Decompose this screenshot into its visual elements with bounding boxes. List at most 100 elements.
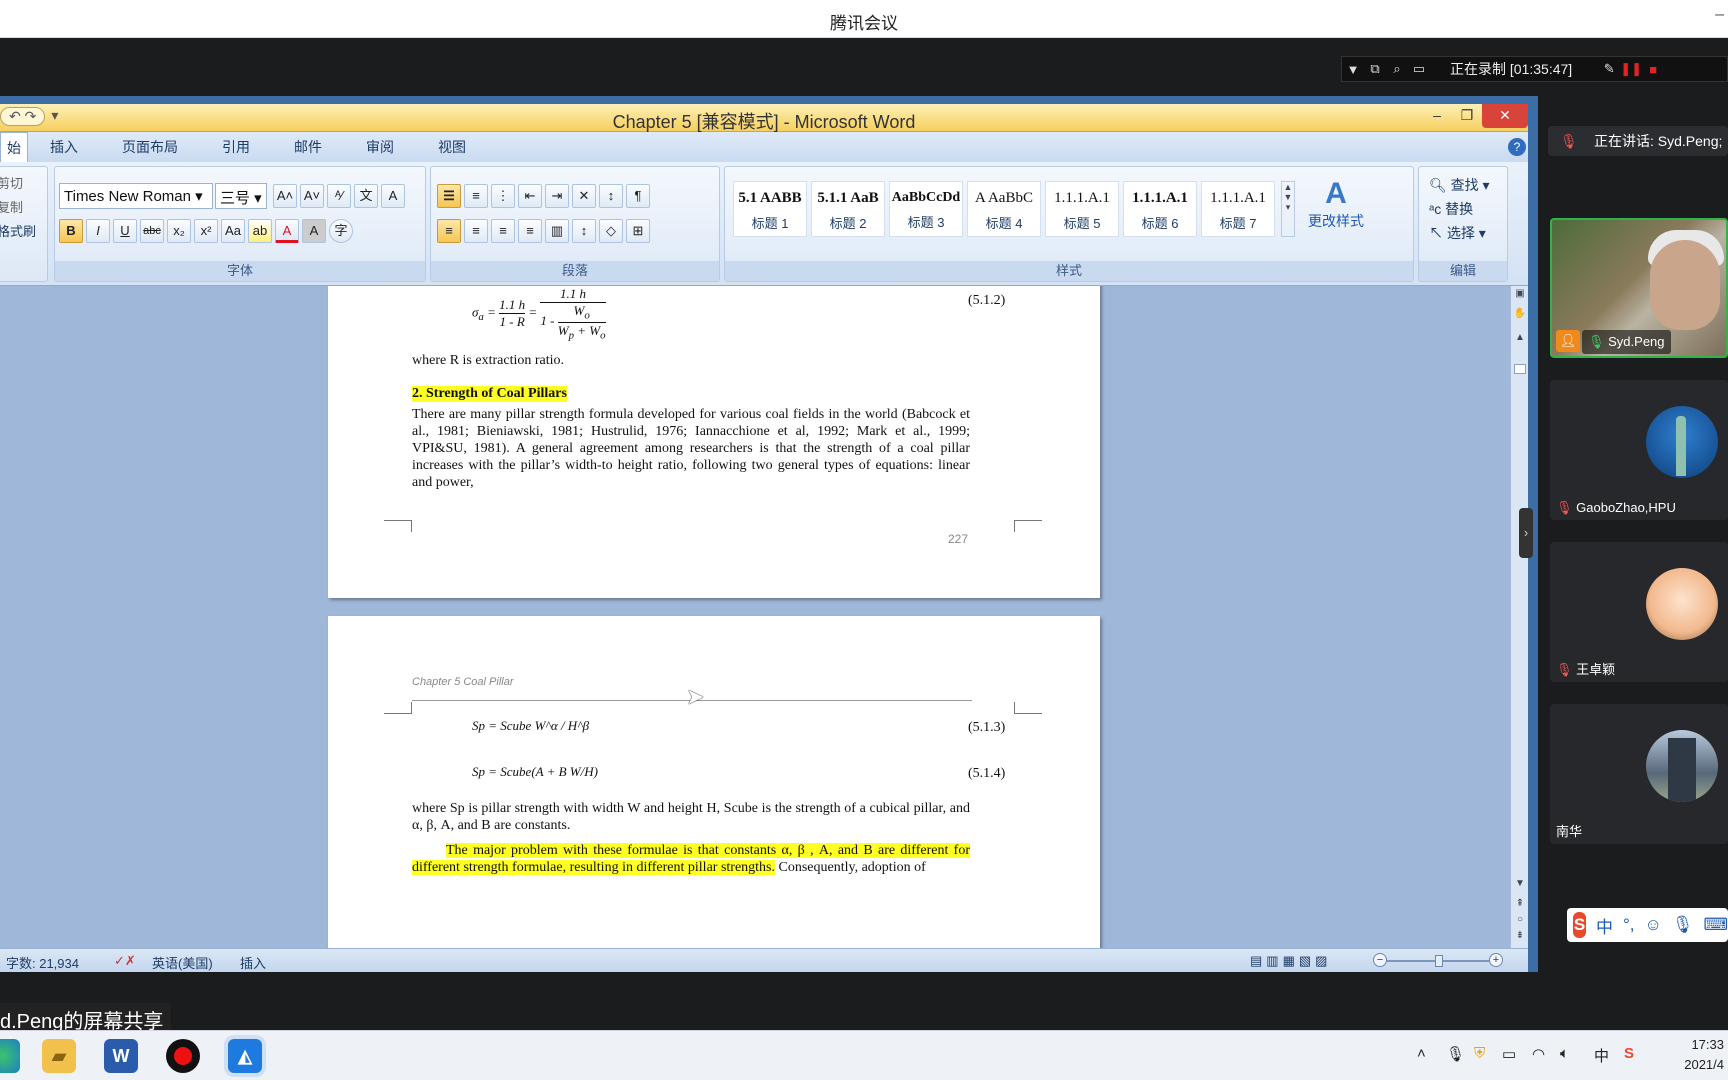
insert-mode-status[interactable]: 插入 — [240, 953, 266, 972]
phonetic-guide-icon[interactable]: 文 — [354, 184, 378, 208]
document-page-228[interactable]: Chapter 5 Coal Pillar Sp = Scube W^α / H… — [328, 616, 1100, 948]
vertical-scrollbar[interactable]: ▣ ✋ ▲ ▼ ⇞ ○ ⇟ — [1510, 286, 1528, 948]
change-styles-button[interactable]: A 更改样式 — [1301, 177, 1371, 231]
dropdown-icon[interactable]: ▼ — [1342, 62, 1364, 77]
styles-scroll-icon[interactable]: ▲ ▼ ▾ — [1281, 181, 1295, 237]
wifi-icon[interactable]: ◠ — [1532, 1045, 1545, 1063]
zoom-knob[interactable] — [1435, 955, 1443, 967]
word-minimize-icon[interactable]: – — [1422, 104, 1452, 128]
help-icon[interactable]: ? — [1508, 138, 1526, 156]
numbering-icon[interactable]: ≡ — [464, 184, 488, 208]
tray-expand-icon[interactable]: ˄ — [1417, 1045, 1426, 1062]
ime-mode[interactable]: 中 — [1596, 913, 1613, 938]
browse-object-icon[interactable]: ○ — [1511, 914, 1529, 925]
char-shading-icon[interactable]: A — [302, 219, 326, 243]
voice-icon[interactable]: 🎙︎ — [1672, 915, 1694, 935]
punctuation-icon[interactable]: °, — [1623, 915, 1635, 935]
tencent-meeting-icon[interactable]: ◭ — [228, 1039, 262, 1073]
scroll-thumb[interactable] — [1514, 364, 1526, 374]
bullets-icon[interactable]: ☰ — [437, 184, 461, 208]
tab-insert[interactable]: 插入 — [28, 132, 100, 162]
edge-icon[interactable] — [0, 1039, 20, 1073]
style-heading-5[interactable]: 1.1.1.A.1 标题 5 — [1045, 181, 1119, 237]
multilevel-list-icon[interactable]: ⋮ — [491, 184, 515, 208]
tab-home[interactable]: 始 — [0, 132, 28, 162]
language-status[interactable]: 英语(美国) — [152, 953, 213, 972]
document-page-227[interactable]: σa = 1.1 h1 - R = 1.1 h1 - Wo Wp + Wo (5.… — [328, 286, 1100, 598]
volume-icon[interactable]: 🔈︎ — [1560, 1045, 1569, 1062]
replace-button[interactable]: ᵃc 替换 — [1429, 199, 1473, 219]
font-name-select[interactable]: Times New Roman ▾ — [59, 183, 213, 209]
scroll-down-icon[interactable]: ▼ — [1511, 878, 1529, 889]
tab-page-layout[interactable]: 页面布局 — [100, 132, 200, 162]
shrink-font-icon[interactable]: A˅ — [300, 184, 324, 208]
justify-icon[interactable]: ≡ — [518, 219, 542, 243]
line-spacing-icon[interactable]: ↕ — [572, 219, 596, 243]
word-icon[interactable]: W — [104, 1039, 138, 1073]
participant-tile[interactable]: 🎙︎ 王卓颖 — [1550, 542, 1728, 682]
proofing-icon[interactable]: ✓✗ — [114, 953, 136, 969]
style-heading-1[interactable]: 5.1 AABB 标题 1 — [733, 181, 807, 237]
collapse-panel-icon[interactable]: › — [1519, 508, 1533, 558]
tab-references[interactable]: 引用 — [200, 132, 272, 162]
sogou-icon[interactable]: S — [1573, 912, 1586, 938]
word-restore-icon[interactable]: ❐ — [1452, 104, 1482, 128]
style-heading-6[interactable]: 1.1.1.A.1 标题 6 — [1123, 181, 1197, 237]
format-painter-button[interactable]: 格式刷 — [0, 221, 36, 240]
system-clock[interactable]: 17:33 2021/4 — [1684, 1035, 1724, 1075]
security-icon[interactable]: ⛨ — [1474, 1045, 1485, 1062]
increase-indent-icon[interactable]: ⇥ — [545, 184, 569, 208]
align-center-icon[interactable]: ≡ — [464, 219, 488, 243]
show-marks-icon[interactable]: ¶ — [626, 184, 650, 208]
keyboard-icon[interactable]: ⌨ — [1703, 915, 1728, 935]
pause-record-icon[interactable]: ❚❚ — [1620, 61, 1642, 77]
font-color-icon[interactable]: A — [275, 219, 299, 243]
superscript-icon[interactable]: x² — [194, 219, 218, 243]
sort-icon[interactable]: ↕ — [599, 184, 623, 208]
ime-indicator[interactable]: 中 — [1594, 1045, 1609, 1066]
align-right-icon[interactable]: ≡ — [491, 219, 515, 243]
decrease-indent-icon[interactable]: ⇤ — [518, 184, 542, 208]
participant-tile[interactable]: 👤︎ 🎙︎ Syd.Peng — [1550, 218, 1728, 358]
word-count[interactable]: 字数: 21,934 — [6, 953, 79, 972]
scroll-up-icon[interactable]: ▲ — [1511, 332, 1529, 343]
zoom-out-icon[interactable]: − — [1373, 953, 1387, 967]
change-case-icon[interactable]: Aa — [221, 219, 245, 243]
recorder-icon[interactable] — [166, 1039, 200, 1073]
style-heading-4[interactable]: A AaBbC 标题 4 — [967, 181, 1041, 237]
find-button[interactable]: 🔍︎ 查找 ▾ — [1429, 175, 1490, 195]
screen-icon[interactable]: ▭ — [1408, 61, 1430, 77]
zoom-icon[interactable]: ⌕ — [1386, 61, 1408, 77]
participant-tile[interactable]: 南华 — [1550, 704, 1728, 844]
enclose-char-icon[interactable]: 字 — [329, 219, 353, 243]
borders-icon[interactable]: ⊞ — [626, 219, 650, 243]
clear-format-icon[interactable]: ᴬ⁄ — [327, 184, 351, 208]
chinese-layout-icon[interactable]: ✕ — [572, 184, 596, 208]
highlight-icon[interactable]: ab — [248, 219, 272, 243]
strikethrough-icon[interactable]: abc — [140, 219, 164, 243]
ruler-toggle-icon[interactable]: ▣ — [1511, 288, 1529, 299]
shading-icon[interactable]: ◇ — [599, 219, 623, 243]
grow-font-icon[interactable]: A˄ — [273, 184, 297, 208]
align-left-icon[interactable]: ≡ — [437, 219, 461, 243]
tray-mic-icon[interactable]: 🎙︎ — [1446, 1045, 1465, 1063]
view-mode-icons[interactable]: ▤▥▦▧▨ — [1250, 953, 1331, 969]
battery-icon[interactable]: ▭ — [1502, 1045, 1516, 1063]
distributed-icon[interactable]: ▥ — [545, 219, 569, 243]
tab-mailings[interactable]: 邮件 — [272, 132, 344, 162]
tab-view[interactable]: 视图 — [416, 132, 488, 162]
pan-icon[interactable]: ✋ — [1511, 308, 1529, 319]
participant-tile[interactable]: 🎙︎ GaoboZhao,HPU — [1550, 380, 1728, 520]
style-heading-2[interactable]: 5.1.1 AaB 标题 2 — [811, 181, 885, 237]
subscript-icon[interactable]: x₂ — [167, 219, 191, 243]
copy-button[interactable]: 复制 — [0, 197, 23, 216]
word-close-icon[interactable]: ✕ — [1482, 104, 1528, 128]
underline-icon[interactable]: U — [113, 219, 137, 243]
char-border-icon[interactable]: A — [381, 184, 405, 208]
stop-record-icon[interactable]: ■ — [1642, 62, 1664, 77]
font-size-select[interactable]: 三号 ▾ — [215, 183, 267, 209]
emoji-icon[interactable]: ☺ — [1645, 915, 1662, 935]
minimize-button[interactable]: – — [1715, 6, 1724, 24]
sogou-tray-icon[interactable]: S — [1624, 1045, 1634, 1062]
tab-review[interactable]: 审阅 — [344, 132, 416, 162]
